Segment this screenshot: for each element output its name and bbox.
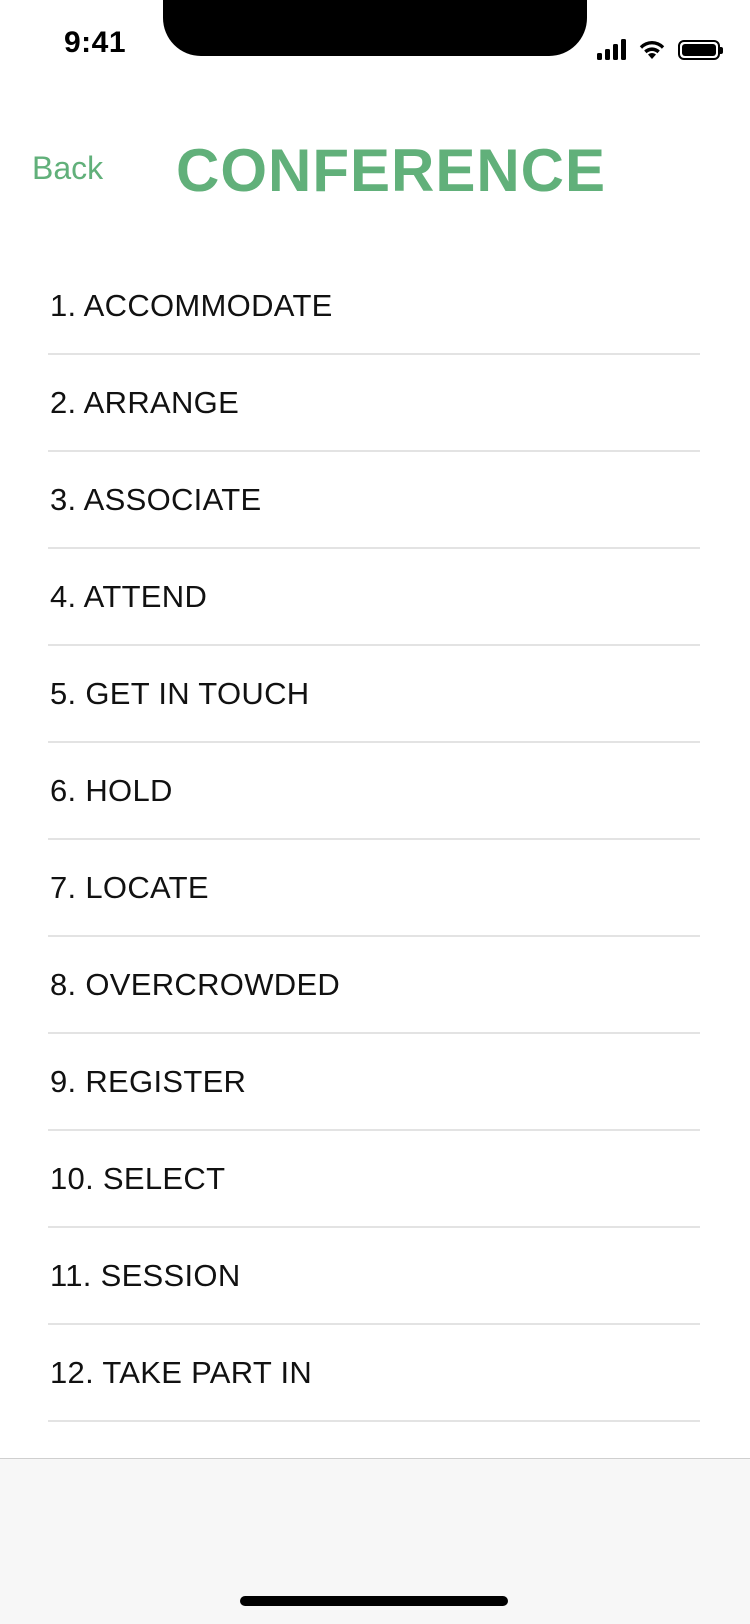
battery-icon [678,40,723,60]
list-item[interactable]: 6. HOLD [48,743,700,840]
list-item-label: 8. OVERCROWDED [50,966,341,1002]
list-item[interactable]: 5. GET IN TOUCH [48,646,700,743]
list-item[interactable]: 4. ATTEND [48,549,700,646]
list-item-label: 2. ARRANGE [50,384,240,420]
list-item-label: 7. LOCATE [50,869,209,905]
list-item-label: 3. ASSOCIATE [50,481,262,517]
home-indicator[interactable] [240,1596,508,1606]
status-time: 9:41 [64,26,127,59]
list-item[interactable]: 10. SELECT [48,1131,700,1228]
list-item-label: 9. REGISTER [50,1063,247,1099]
word-list: 1. ACCOMMODATE 2. ARRANGE 3. ASSOCIATE 4… [48,258,700,1422]
list-item-label: 1. ACCOMMODATE [50,287,333,323]
list-item[interactable]: 8. OVERCROWDED [48,937,700,1034]
list-item[interactable]: 2. ARRANGE [48,355,700,452]
list-item[interactable]: 1. ACCOMMODATE [48,258,700,355]
list-item-label: 6. HOLD [50,772,173,808]
back-button[interactable]: Back [32,150,103,187]
list-item-label: 12. TAKE PART IN [50,1354,313,1390]
wifi-icon [638,38,666,60]
list-item[interactable]: 11. SESSION [48,1228,700,1325]
list-item[interactable]: 12. TAKE PART IN [48,1325,700,1422]
device-notch [163,0,587,56]
list-item-label: 4. ATTEND [50,578,208,614]
list-item[interactable]: 9. REGISTER [48,1034,700,1131]
list-item[interactable]: 7. LOCATE [48,840,700,937]
page-title: CONFERENCE [176,137,607,204]
list-item[interactable]: 3. ASSOCIATE [48,452,700,549]
cellular-signal-icon [597,38,626,60]
navigation-bar: Back CONFERENCE [0,120,750,220]
status-icons [597,34,723,60]
list-item-label: 10. SELECT [50,1160,226,1196]
list-item-label: 5. GET IN TOUCH [50,675,310,711]
status-bar: 9:41 [0,0,750,90]
list-item-label: 11. SESSION [50,1257,241,1293]
